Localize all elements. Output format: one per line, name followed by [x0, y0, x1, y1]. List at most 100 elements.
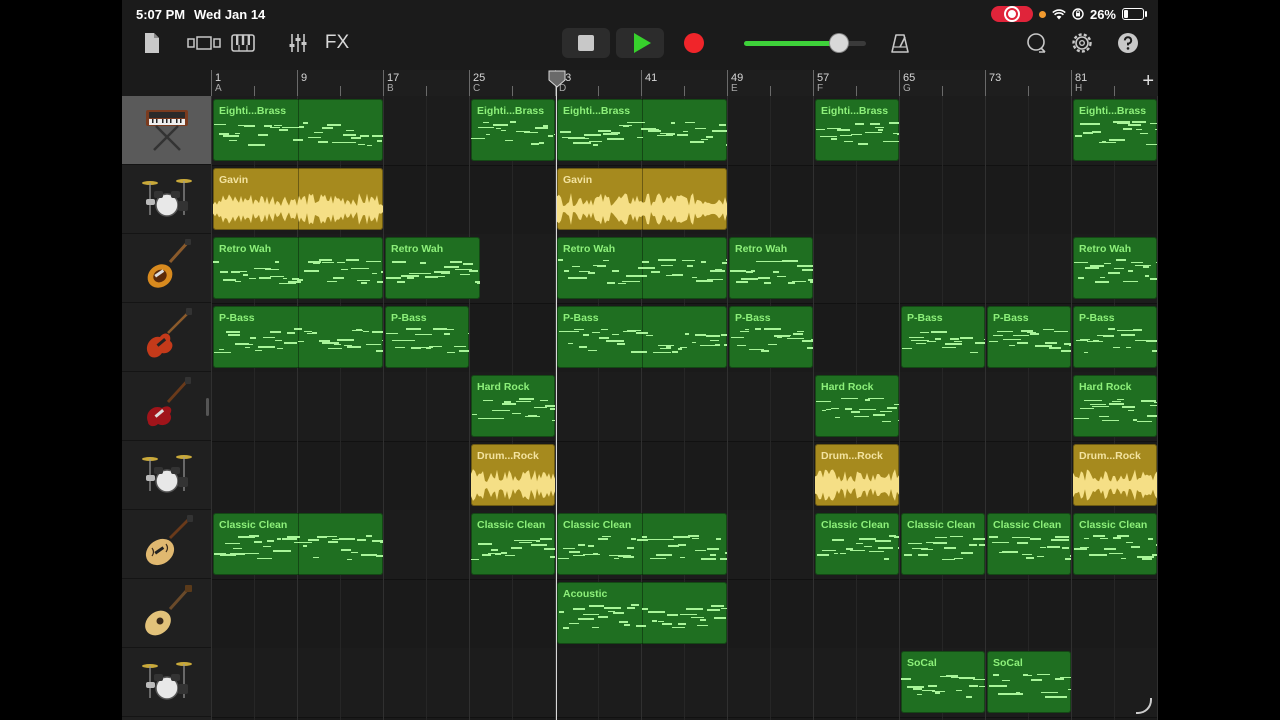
- midi-region[interactable]: Retro Wah: [557, 237, 727, 299]
- track-header-synth-brass[interactable]: [122, 96, 211, 165]
- track-header-p-bass[interactable]: [122, 303, 211, 372]
- midi-region[interactable]: Classic Clean: [557, 513, 727, 575]
- timeline-ruler[interactable]: + 1A917B25C33D4149E57F65G7381H: [211, 70, 1158, 96]
- midi-region[interactable]: P-Bass: [729, 306, 813, 368]
- settings-icon[interactable]: [1070, 28, 1094, 58]
- tracks-area[interactable]: Eighti...Brass Eighti...Brass Eighti...Bra…: [211, 96, 1158, 720]
- midi-note: [965, 696, 972, 698]
- master-volume-slider[interactable]: [744, 34, 866, 52]
- mixer-icon[interactable]: [286, 28, 310, 58]
- midi-note: [567, 342, 573, 345]
- audio-region[interactable]: Drum...Rock: [471, 444, 555, 506]
- midi-note: [243, 552, 260, 555]
- midi-region[interactable]: Classic Clean: [901, 513, 985, 575]
- track-header-acoustic-guitar[interactable]: [122, 579, 211, 648]
- midi-note: [501, 403, 517, 405]
- midi-note: [535, 540, 541, 542]
- midi-region[interactable]: Hard Rock: [471, 375, 555, 437]
- ruler-section-marker[interactable]: A: [215, 83, 222, 94]
- ruler-section-marker[interactable]: H: [1075, 83, 1082, 94]
- ruler-minor-tick: [684, 86, 685, 96]
- track-view-icon[interactable]: [186, 28, 222, 58]
- midi-note: [274, 261, 279, 263]
- midi-note: [1147, 415, 1157, 417]
- midi-note: [273, 550, 291, 552]
- midi-note: [366, 535, 373, 537]
- keyboard-icon[interactable]: [230, 28, 256, 58]
- midi-region[interactable]: Classic Clean: [1073, 513, 1157, 575]
- midi-note: [875, 540, 891, 542]
- midi-region[interactable]: P-Bass: [1073, 306, 1157, 368]
- midi-note: [1113, 346, 1121, 349]
- play-button[interactable]: [616, 28, 664, 58]
- screen-recording-icon[interactable]: [990, 6, 1033, 22]
- midi-region[interactable]: P-Bass: [213, 306, 383, 368]
- midi-note: [768, 343, 777, 346]
- loop-icon[interactable]: [1024, 28, 1048, 58]
- midi-region[interactable]: Classic Clean: [471, 513, 555, 575]
- grid-line: [813, 96, 814, 720]
- ruler-section-marker[interactable]: E: [731, 83, 738, 94]
- ruler-section-marker[interactable]: B: [387, 83, 394, 94]
- metronome-icon[interactable]: [888, 28, 912, 58]
- audio-waveform: [1073, 469, 1157, 501]
- audio-region[interactable]: Gavin: [213, 168, 383, 230]
- master-volume-knob[interactable]: [830, 34, 849, 52]
- midi-region[interactable]: Hard Rock: [1073, 375, 1157, 437]
- midi-region[interactable]: Retro Wah: [1073, 237, 1157, 299]
- ruler-section-marker[interactable]: F: [817, 83, 823, 94]
- midi-region[interactable]: Eighti...Brass: [815, 99, 899, 161]
- midi-region[interactable]: P-Bass: [987, 306, 1071, 368]
- midi-region[interactable]: SoCal: [901, 651, 985, 713]
- track-header-socal-drums[interactable]: [122, 648, 211, 717]
- midi-note: [477, 126, 494, 129]
- audio-region[interactable]: Drum...Rock: [1073, 444, 1157, 506]
- midi-region[interactable]: Classic Clean: [213, 513, 383, 575]
- midi-region[interactable]: Classic Clean: [815, 513, 899, 575]
- midi-note: [879, 410, 892, 413]
- ruler-section-marker[interactable]: G: [903, 83, 911, 94]
- my-songs-icon[interactable]: [140, 28, 164, 58]
- midi-note: [623, 556, 635, 558]
- ruler-section-marker[interactable]: C: [473, 83, 480, 94]
- midi-note: [944, 547, 957, 549]
- track-header-classic-clean-guitar[interactable]: [122, 510, 211, 579]
- track-header-drummer-rock[interactable]: [122, 441, 211, 510]
- help-icon[interactable]: [1116, 28, 1140, 58]
- track-header-hard-rock-guitar[interactable]: [122, 372, 211, 441]
- track-header-drummer-gavin[interactable]: [122, 165, 211, 234]
- midi-note: [908, 336, 924, 339]
- midi-region[interactable]: Acoustic: [557, 582, 727, 644]
- midi-region[interactable]: Hard Rock: [815, 375, 899, 437]
- midi-note: [956, 689, 963, 692]
- wifi-icon: [1052, 8, 1066, 19]
- midi-region[interactable]: Retro Wah: [213, 237, 383, 299]
- midi-region[interactable]: Retro Wah: [729, 237, 813, 299]
- midi-region[interactable]: SoCal: [987, 651, 1071, 713]
- midi-region[interactable]: P-Bass: [557, 306, 727, 368]
- midi-region[interactable]: P-Bass: [385, 306, 469, 368]
- midi-note: [380, 541, 383, 544]
- midi-note: [1073, 417, 1089, 420]
- midi-note: [802, 340, 813, 342]
- midi-notes: [471, 535, 555, 573]
- stop-button[interactable]: [562, 28, 610, 58]
- midi-region[interactable]: Retro Wah: [385, 237, 480, 299]
- midi-note: [602, 535, 612, 538]
- midi-region[interactable]: Eighti...Brass: [213, 99, 383, 161]
- record-button[interactable]: [670, 28, 718, 58]
- midi-region[interactable]: P-Bass: [901, 306, 985, 368]
- track-header-retro-wah-guitar[interactable]: [122, 234, 211, 303]
- midi-region[interactable]: Eighti...Brass: [557, 99, 727, 161]
- midi-note: [1030, 333, 1040, 335]
- fx-button[interactable]: FX: [322, 28, 352, 58]
- playhead-handle[interactable]: [547, 70, 567, 88]
- midi-region[interactable]: Classic Clean: [987, 513, 1071, 575]
- audio-region[interactable]: Drum...Rock: [815, 444, 899, 506]
- midi-region[interactable]: Eighti...Brass: [1073, 99, 1157, 161]
- header-resize-handle[interactable]: [206, 398, 209, 416]
- midi-note: [1012, 536, 1031, 539]
- audio-region[interactable]: Gavin: [557, 168, 727, 230]
- add-section-button[interactable]: +: [1142, 70, 1154, 93]
- midi-region[interactable]: Eighti...Brass: [471, 99, 555, 161]
